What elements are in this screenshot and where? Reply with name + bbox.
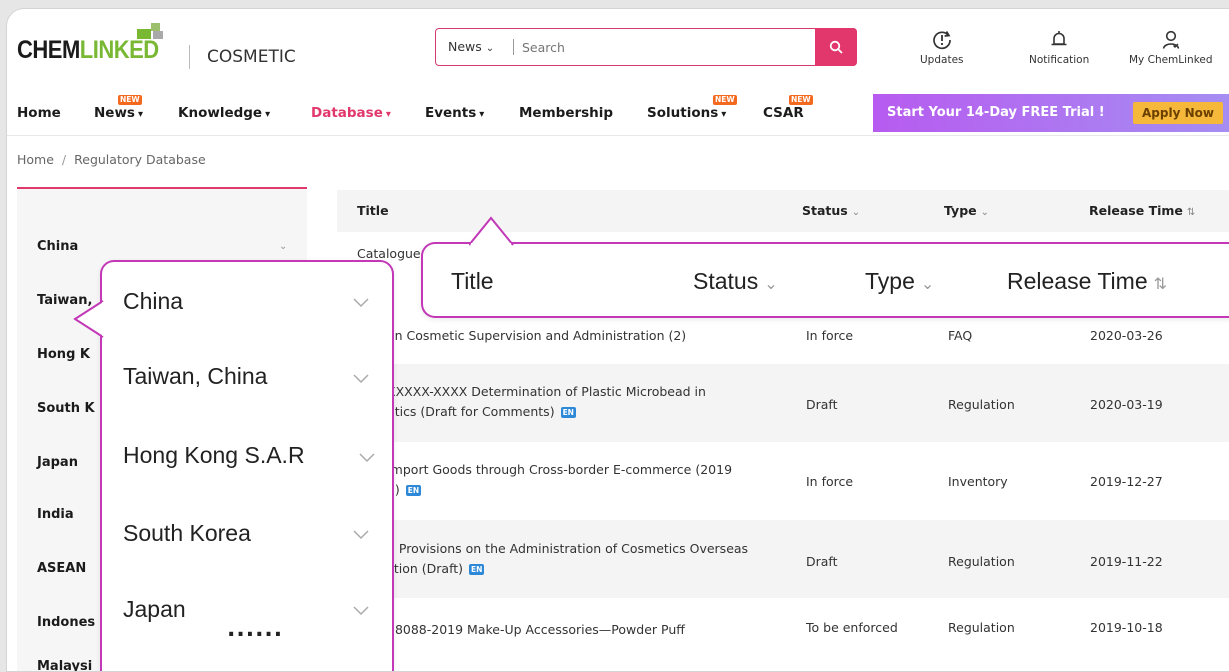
chevron-down-icon: ▾	[479, 109, 485, 120]
callout-col-release-time: Release Time ⇅	[1007, 268, 1168, 294]
breadcrumb-home[interactable]: Home	[17, 152, 54, 167]
nav-home[interactable]: Home	[17, 105, 61, 121]
callout-item-hong-kong: Hong Kong S.A.R	[123, 442, 305, 468]
sort-icon: ⇅	[1153, 276, 1168, 293]
nav-news[interactable]: News ▾ NEW	[94, 95, 143, 121]
more-ellipsis: ......	[227, 617, 284, 642]
trial-text: Start Your 14-Day FREE Trial !	[887, 105, 1105, 120]
sort-icon: ⇅	[1186, 207, 1196, 218]
nav-events[interactable]: Events ▾	[425, 105, 484, 121]
nav-knowledge[interactable]: Knowledge ▾	[178, 105, 270, 121]
logo-mark-icon	[137, 23, 163, 39]
callout-item-taiwan: Taiwan, China	[123, 363, 268, 389]
callout-item-china: China	[123, 288, 184, 314]
nav-solutions[interactable]: Solutions ▾ NEW	[647, 95, 737, 121]
table-header-callout: Title Status ⌄ Type ⌄ Release Time ⇅	[421, 242, 1229, 318]
sidebar-item-asean[interactable]: ASEAN	[37, 561, 86, 576]
search-input[interactable]	[522, 35, 802, 59]
bell-icon	[1051, 31, 1067, 46]
callout-col-status: Status ⌄	[693, 268, 778, 294]
nav-membership[interactable]: Membership	[519, 105, 613, 121]
new-badge: NEW	[118, 95, 142, 105]
chevron-down-icon: ⌄	[764, 276, 778, 293]
sidebar-item-india[interactable]: India	[37, 507, 74, 522]
callout-pointer	[73, 300, 105, 338]
search-button[interactable]	[815, 27, 857, 66]
new-badge: NEW	[789, 95, 813, 105]
breadcrumb-current: Regulatory Database	[74, 152, 206, 167]
updates-icon	[932, 31, 951, 50]
chevron-down-icon	[359, 453, 375, 463]
breadcrumb: Home / Regulatory Database	[17, 152, 206, 167]
sidebar-item-malaysia[interactable]: Malaysi	[37, 659, 92, 671]
col-type[interactable]: Type ⌄	[944, 203, 989, 218]
sidebar-item-japan[interactable]: Japan	[37, 455, 78, 470]
chevron-down-icon: ▾	[265, 109, 271, 120]
nav-csar[interactable]: CSAR NEW	[763, 95, 813, 121]
updates-button[interactable]: Updates	[920, 29, 964, 66]
table-row[interactable]: 38088-2019 Make-Up Accessories—Powder Pu…	[337, 598, 1229, 658]
new-badge: NEW	[713, 95, 737, 105]
country-list-callout: China Taiwan, China Hong Kong S.A.R Sout…	[100, 260, 394, 671]
col-status[interactable]: Status ⌄	[802, 203, 860, 218]
search-scope-select[interactable]: News ⌄	[448, 39, 494, 54]
my-chemlinked-button[interactable]: My ChemLinked	[1129, 29, 1213, 66]
chemlinked-logo[interactable]: CHEMLINKED	[17, 35, 159, 65]
chevron-down-icon: ⌄	[980, 207, 990, 218]
sidebar-item-south-korea[interactable]: South K	[37, 401, 95, 416]
sidebar-item-china[interactable]: China	[37, 239, 78, 254]
free-trial-banner[interactable]: Start Your 14-Day FREE Trial ! Apply Now	[873, 94, 1229, 132]
chevron-down-icon	[353, 374, 369, 384]
sidebar-item-indonesia[interactable]: Indones	[37, 615, 95, 630]
callout-col-type: Type ⌄	[865, 268, 935, 294]
sidebar-item-hong-kong[interactable]: Hong K	[37, 347, 90, 362]
user-icon	[1162, 30, 1180, 49]
chevron-down-icon: ⌄	[920, 276, 935, 293]
table-row[interactable]: Import Goods through Cross-border E-comm…	[337, 442, 1229, 520]
callout-pointer	[469, 216, 514, 247]
page-frame: CHEMLINKED COSMETIC News ⌄ Updates Notif…	[6, 8, 1229, 672]
callout-col-title: Title	[451, 268, 494, 294]
nav-divider	[7, 135, 1229, 136]
col-title: Title	[357, 203, 389, 218]
chevron-down-icon: ⌄	[279, 241, 288, 252]
nav-database[interactable]: Database ▾	[311, 105, 391, 121]
notification-button[interactable]: Notification	[1029, 29, 1089, 66]
callout-item-japan: Japan	[123, 596, 186, 622]
table-row[interactable]: n Provisions on the Administration of Co…	[337, 520, 1229, 598]
en-badge: EN	[469, 564, 485, 575]
col-release-time[interactable]: Release Time ⇅	[1089, 203, 1195, 218]
en-badge: EN	[560, 407, 576, 418]
chevron-down-icon	[353, 298, 369, 308]
en-badge: EN	[405, 485, 422, 496]
search-separator	[513, 39, 514, 55]
chevron-down-icon: ▾	[385, 109, 391, 120]
logo-divider	[189, 45, 190, 69]
callout-item-south-korea: South Korea	[123, 520, 251, 546]
chevron-down-icon	[353, 530, 369, 540]
chevron-down-icon: ⌄	[851, 207, 861, 218]
chevron-down-icon: ▾	[721, 109, 727, 120]
chevron-down-icon: ▾	[137, 109, 143, 120]
search-icon	[829, 40, 843, 53]
chevron-down-icon: ⌄	[485, 43, 495, 54]
section-label: COSMETIC	[207, 47, 296, 67]
table-row[interactable]: XXXXX-XXXX Determination of Plastic Micr…	[337, 364, 1229, 442]
search-bar: News ⌄	[435, 27, 857, 66]
chevron-down-icon	[353, 606, 369, 616]
apply-now-button[interactable]: Apply Now	[1133, 102, 1223, 124]
